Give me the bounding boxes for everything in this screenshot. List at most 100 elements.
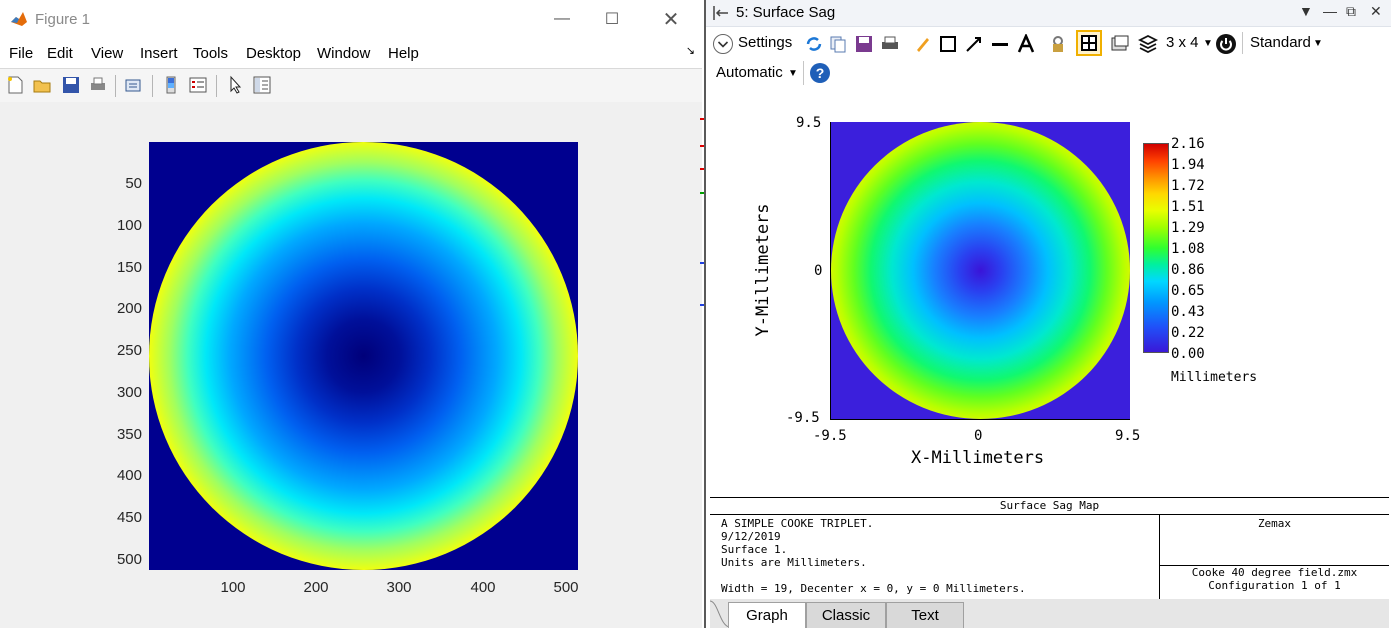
sag-image — [149, 142, 578, 570]
lock-icon[interactable] — [1048, 34, 1068, 54]
save-icon[interactable] — [854, 34, 874, 54]
matlab-logo-icon — [11, 12, 27, 26]
y-tick-label: 0 — [814, 263, 823, 279]
menu-tools[interactable]: Tools — [193, 45, 228, 62]
arrow-icon[interactable] — [964, 34, 984, 54]
x-tick-label: -9.5 — [813, 428, 847, 444]
standard-select[interactable]: Standard — [1250, 34, 1311, 51]
menu-edit[interactable]: Edit — [47, 45, 73, 62]
settings-button[interactable]: Settings — [738, 34, 792, 51]
image-axes[interactable] — [149, 142, 578, 570]
maximize-button[interactable]: ☐ — [592, 6, 632, 32]
layout-select[interactable]: 3 x 4 — [1166, 34, 1199, 51]
footer-line: Units are Millimeters. — [721, 556, 867, 569]
footer-line: Width = 19, Decenter x = 0, y = 0 Millim… — [721, 582, 1026, 595]
colorbar-tick-label: 1.08 — [1171, 241, 1205, 257]
open-file-icon[interactable] — [32, 75, 52, 95]
menu-insert[interactable]: Insert — [140, 45, 178, 62]
colorbar-tick-label: 1.94 — [1171, 157, 1205, 173]
link-plot-icon[interactable] — [124, 75, 144, 95]
footer-line: A SIMPLE COOKE TRIPLET. — [721, 517, 874, 530]
menu-window[interactable]: Window — [317, 45, 370, 62]
colorbar-tick-label: 0.00 — [1171, 346, 1205, 362]
print-icon[interactable] — [88, 75, 108, 95]
y-tick-label: 500 — [116, 551, 142, 568]
print-icon[interactable] — [880, 34, 900, 54]
y-tick-label: -9.5 — [786, 410, 820, 426]
new-figure-icon[interactable] — [5, 75, 25, 95]
automatic-select[interactable]: Automatic — [716, 64, 783, 81]
restore-button[interactable]: ⧉ — [1346, 3, 1356, 20]
menu-file[interactable]: File — [9, 45, 33, 62]
y-tick-label: 400 — [116, 467, 142, 484]
footer-brand: Zemax — [1257, 517, 1292, 530]
chevron-down-icon[interactable]: ▼ — [788, 68, 798, 79]
text-icon[interactable] — [1016, 34, 1036, 54]
x-tick-label: 300 — [386, 579, 412, 596]
dropdown-arrow-icon[interactable]: ▼ — [1299, 3, 1313, 19]
tab-graph[interactable]: Graph — [728, 602, 806, 628]
chevron-down-icon[interactable]: ▼ — [1313, 38, 1323, 49]
svg-text:?: ? — [816, 65, 825, 81]
x-tick-label: 200 — [303, 579, 329, 596]
property-editor-icon[interactable] — [252, 75, 272, 95]
tab-classic[interactable]: Classic — [806, 602, 886, 628]
chevron-down-icon[interactable]: ▼ — [1203, 38, 1213, 49]
window-stack-icon[interactable] — [1110, 34, 1130, 54]
matlab-figure-window: Figure 1 — ☐ ✕ File Edit View Insert Too… — [0, 0, 702, 628]
colorbar-tick-label: 0.43 — [1171, 304, 1205, 320]
settings-chevron-icon[interactable] — [712, 33, 734, 55]
menu-view[interactable]: View — [91, 45, 123, 62]
x-tick-label: 0 — [974, 428, 983, 444]
minimize-button[interactable]: — — [1323, 3, 1337, 19]
line-icon[interactable] — [990, 34, 1010, 54]
legend-icon[interactable] — [188, 75, 208, 95]
y-tick-label: 9.5 — [796, 115, 822, 131]
close-button[interactable]: ✕ — [651, 6, 691, 32]
surface-sag-plot[interactable] — [830, 122, 1130, 420]
colorbar — [1143, 143, 1169, 353]
close-button[interactable]: ✕ — [1370, 3, 1382, 20]
rectangle-icon[interactable] — [938, 34, 958, 54]
menu-bar: File Edit View Insert Tools Desktop Wind… — [0, 38, 702, 68]
colorbar-tick-label: 1.51 — [1171, 199, 1205, 215]
zemax-title-bar: 5: Surface Sag ▼ — ⧉ ✕ — [706, 0, 1391, 27]
tab-text[interactable]: Text — [886, 602, 964, 628]
colorbar-tick-label: 0.22 — [1171, 325, 1205, 341]
minimize-button[interactable]: — — [542, 6, 582, 32]
dock-arrow-icon[interactable]: ↘ — [686, 44, 695, 57]
power-icon[interactable] — [1215, 33, 1237, 55]
help-icon[interactable]: ? — [809, 62, 831, 84]
footer-notes: A SIMPLE COOKE TRIPLET. 9/12/2019 Surfac… — [721, 517, 1026, 595]
window-title: Figure 1 — [35, 11, 91, 28]
footer-file-info: Cooke 40 degree field.zmx Configuration … — [1160, 566, 1389, 592]
y-tick-label: 50 — [125, 175, 142, 192]
y-tick-label: 150 — [116, 259, 142, 276]
pencil-icon[interactable] — [913, 34, 933, 54]
menu-desktop[interactable]: Desktop — [246, 45, 301, 62]
copy-icon[interactable] — [828, 34, 848, 54]
y-tick-label: 250 — [116, 342, 142, 359]
plot-info-footer: Surface Sag Map A SIMPLE COOKE TRIPLET. … — [710, 497, 1389, 600]
figure-toolbar — [0, 68, 702, 103]
layers-icon[interactable] — [1138, 34, 1158, 54]
colorbar-units-label: Millimeters — [1171, 370, 1258, 385]
colorbar-icon[interactable] — [161, 75, 181, 95]
footer-title: Surface Sag Map — [710, 498, 1389, 515]
sag-map — [831, 122, 1130, 419]
toolbar-separator — [115, 75, 116, 97]
pointer-icon[interactable] — [226, 75, 246, 95]
y-axis-label: Y-Millimeters — [753, 203, 773, 337]
window-handle-icon[interactable] — [712, 5, 730, 21]
layout-toggle-button[interactable] — [1076, 30, 1102, 56]
y-tick-label: 450 — [116, 509, 142, 526]
refresh-icon[interactable] — [804, 34, 824, 54]
save-icon[interactable] — [61, 75, 81, 95]
colorbar-tick-label: 0.65 — [1171, 283, 1205, 299]
footer-line — [721, 569, 1026, 582]
toolbar-separator — [1242, 32, 1243, 54]
x-tick-label: 500 — [553, 579, 579, 596]
footer-config: Configuration 1 of 1 — [1208, 579, 1341, 592]
menu-help[interactable]: Help — [388, 45, 419, 62]
colorbar-tick-label: 1.72 — [1171, 178, 1205, 194]
